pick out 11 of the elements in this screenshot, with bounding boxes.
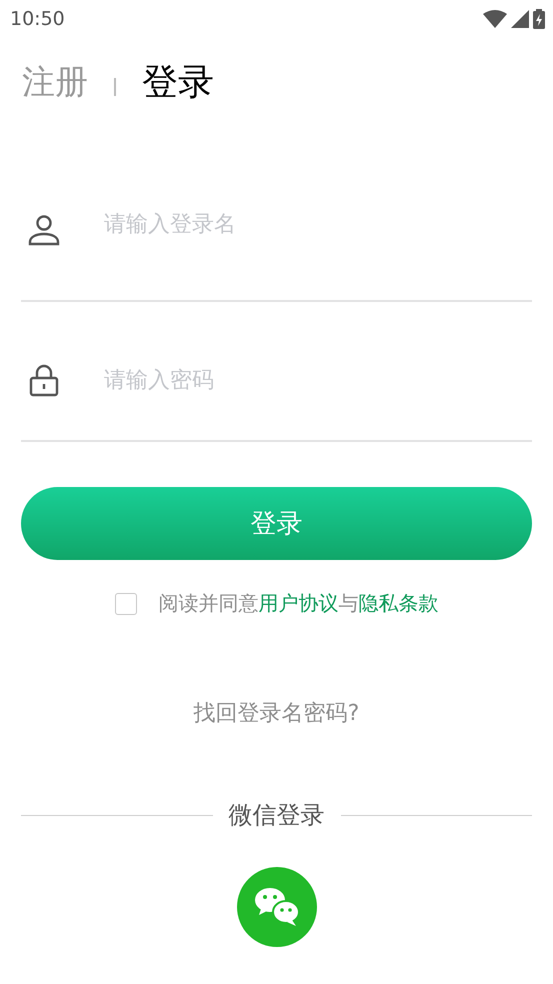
password-field[interactable]: 请输入密码 [104, 368, 532, 392]
tab[interactable]: 登录 [142, 58, 214, 106]
status-time: 10:50 [10, 8, 65, 30]
login-button[interactable]: 登录 [21, 487, 532, 560]
username-field[interactable]: 请输入登录名 [104, 212, 532, 237]
tab[interactable]: 注册 [22, 60, 88, 104]
agreement-link[interactable]: 隐私条款 [358, 591, 438, 615]
agreement-text: 阅读并同意用户协议与隐私条款 [158, 590, 438, 617]
wechat-login-title: 微信登录 [228, 800, 324, 831]
forgot-password-link[interactable]: 找回登录名密码? [188, 697, 366, 729]
agreement-link[interactable]: 用户协议 [258, 591, 338, 615]
